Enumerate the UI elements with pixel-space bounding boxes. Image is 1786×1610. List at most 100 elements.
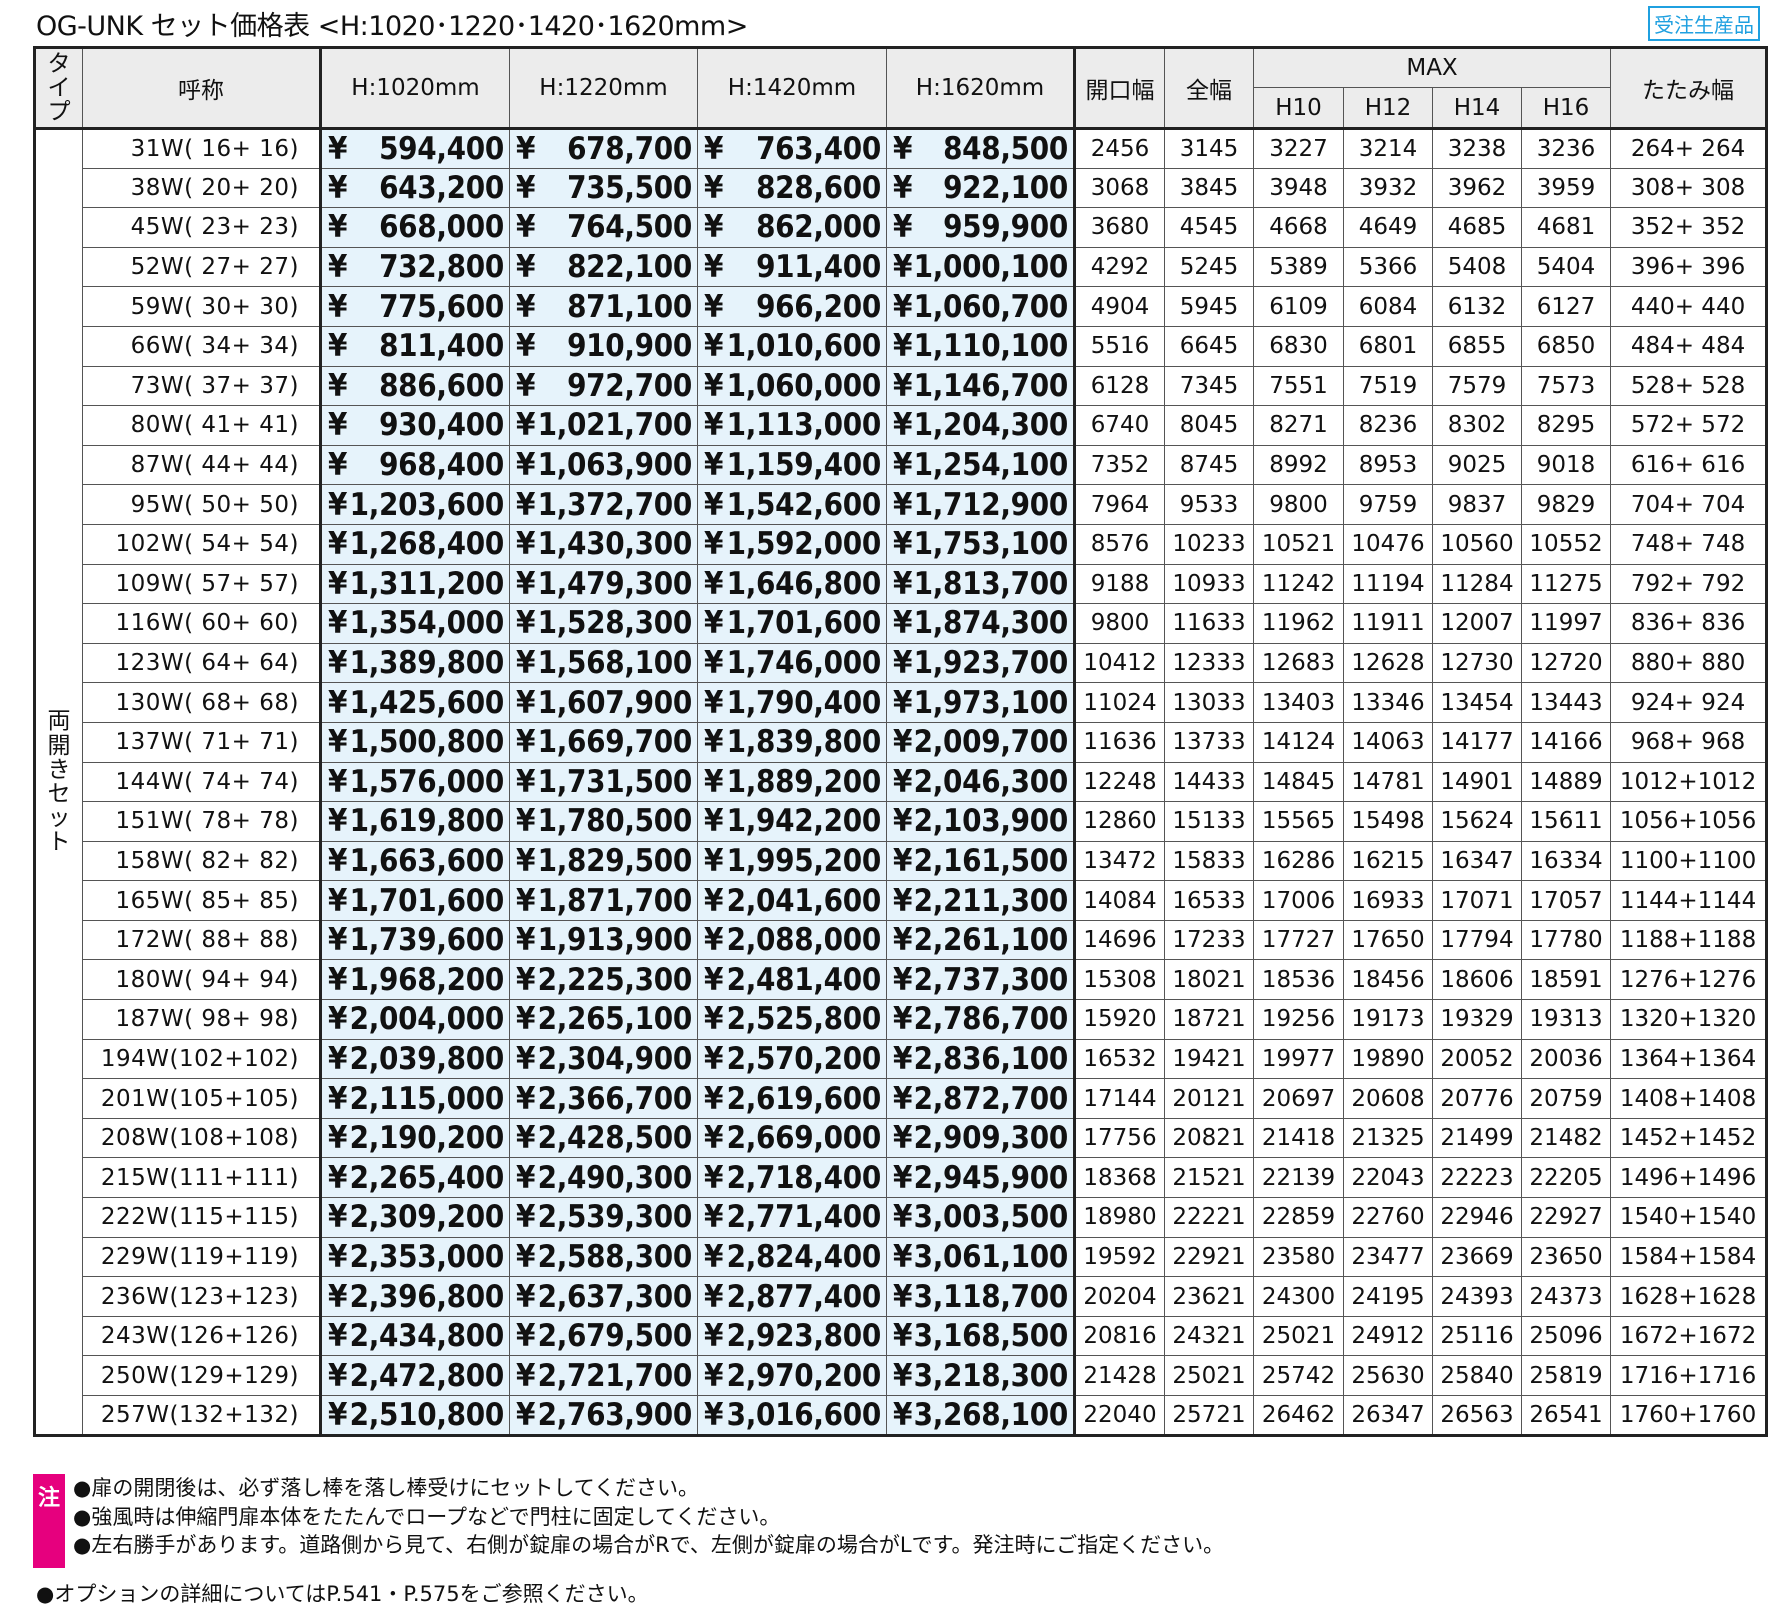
opening-width-cell: 3068 [1074, 167, 1165, 209]
opening-width-cell: 4904 [1074, 286, 1165, 327]
yen-sign: ¥ [516, 1040, 536, 1077]
price-cell: ¥2,588,300 [509, 1236, 698, 1278]
price-value: 1,146,700 [913, 367, 1069, 404]
price-value: 1,607,900 [537, 684, 693, 721]
opening-width-cell: 18368 [1074, 1157, 1165, 1199]
max-width-cell: 6801 [1343, 325, 1433, 367]
max-width-cell: 24195 [1343, 1276, 1433, 1317]
price-value: 668,000 [379, 209, 504, 246]
size-name-cell: 31W( 16+ 16) [82, 128, 321, 169]
yen-sign: ¥ [704, 724, 724, 761]
price-cell: ¥3,003,500 [886, 1197, 1076, 1238]
price-cell: ¥1,790,400 [697, 682, 887, 723]
table-row: 102W( 54+ 54) ¥1,268,400 ¥1,430,300 ¥1,592,… [35, 523, 1768, 565]
price-cell: ¥1,110,100 [886, 325, 1076, 367]
max-width-cell: 14781 [1343, 761, 1433, 803]
size-name-cell: 45W( 23+ 23) [82, 207, 321, 248]
total-width-cell: 11633 [1164, 603, 1254, 644]
yen-sign: ¥ [704, 249, 724, 286]
yen-sign: ¥ [328, 961, 348, 998]
yen-sign: ¥ [328, 367, 348, 404]
max-width-cell: 21499 [1432, 1117, 1522, 1159]
max-width-cell: 4649 [1343, 207, 1433, 248]
max-width-cell: 25840 [1432, 1355, 1522, 1396]
price-value: 2,737,300 [913, 961, 1069, 998]
size-name-cell: 201W(105+105) [82, 1078, 321, 1119]
max-width-cell: 24912 [1343, 1315, 1433, 1357]
yen-sign: ¥ [328, 249, 348, 286]
price-cell: ¥2,309,200 [319, 1197, 510, 1238]
max-width-cell: 11242 [1253, 563, 1344, 605]
price-cell: ¥1,731,500 [509, 761, 698, 803]
yen-sign: ¥ [328, 328, 348, 365]
price-value: 1,669,700 [537, 724, 693, 761]
price-value: 2,472,800 [349, 1357, 505, 1394]
price-value: 1,780,500 [537, 803, 693, 840]
folded-width-cell: 1276+1276 [1610, 959, 1768, 1001]
table-row: 52W( 27+ 27) ¥732,800 ¥822,100 ¥911,400 ¥1,0… [35, 246, 1768, 288]
yen-sign: ¥ [328, 447, 348, 484]
table-row: 257W(132+132) ¥2,510,800 ¥2,763,900 ¥3,016,… [35, 1395, 1768, 1436]
total-width-cell: 23621 [1164, 1276, 1254, 1317]
price-value: 2,225,300 [537, 961, 693, 998]
price-cell: ¥3,168,500 [886, 1315, 1076, 1357]
table-row: 109W( 57+ 57) ¥1,311,200 ¥1,479,300 ¥1,646,… [35, 563, 1768, 605]
price-cell: ¥871,100 [509, 286, 698, 327]
yen-sign: ¥ [704, 288, 724, 325]
price-cell: ¥594,400 [319, 128, 510, 169]
price-cell: ¥2,771,400 [697, 1197, 887, 1238]
price-value: 911,400 [756, 249, 881, 286]
yen-sign: ¥ [516, 1080, 536, 1117]
yen-sign: ¥ [893, 169, 913, 206]
max-width-cell: 21418 [1253, 1117, 1344, 1159]
price-value: 1,430,300 [537, 526, 693, 563]
max-width-cell: 3948 [1253, 167, 1344, 209]
max-width-cell: 21482 [1520, 1117, 1612, 1159]
price-value: 1,790,400 [726, 684, 882, 721]
yen-sign: ¥ [893, 684, 913, 721]
price-value: 1,746,000 [726, 645, 882, 682]
folded-width-cell: 704+ 704 [1610, 484, 1768, 525]
yen-sign: ¥ [328, 288, 348, 325]
yen-sign: ¥ [328, 922, 348, 959]
price-value: 972,700 [567, 367, 692, 404]
yen-sign: ¥ [516, 1396, 536, 1433]
yen-sign: ¥ [704, 1238, 724, 1275]
price-cell: ¥3,016,600 [697, 1395, 887, 1436]
price-value: 2,786,700 [913, 1001, 1069, 1038]
folded-width-cell: 616+ 616 [1610, 444, 1768, 486]
price-cell: ¥1,425,600 [319, 682, 510, 723]
opening-width-cell: 16532 [1074, 1038, 1165, 1080]
max-width-cell: 7579 [1432, 365, 1522, 407]
price-cell: ¥2,570,200 [697, 1038, 887, 1080]
yen-sign: ¥ [516, 328, 536, 365]
size-name-cell: 222W(115+115) [82, 1197, 321, 1238]
price-cell: ¥828,600 [697, 167, 887, 209]
price-value: 1,354,000 [349, 605, 505, 642]
yen-sign: ¥ [893, 1238, 913, 1275]
yen-sign: ¥ [328, 1159, 348, 1196]
price-cell: ¥1,576,000 [319, 761, 510, 803]
max-width-cell: 24300 [1253, 1276, 1344, 1317]
yen-sign: ¥ [516, 1238, 536, 1275]
price-value: 1,500,800 [349, 724, 505, 761]
price-cell: ¥1,619,800 [319, 801, 510, 842]
max-width-cell: 13403 [1253, 682, 1344, 723]
price-value: 2,115,000 [349, 1080, 505, 1117]
price-value: 2,004,000 [349, 1001, 505, 1038]
yen-sign: ¥ [516, 169, 536, 206]
price-value: 848,500 [943, 130, 1068, 167]
price-cell: ¥3,118,700 [886, 1276, 1076, 1317]
size-name-cell: 66W( 34+ 34) [82, 325, 321, 367]
yen-sign: ¥ [328, 684, 348, 721]
table-row: 172W( 88+ 88) ¥1,739,600 ¥1,913,900 ¥2,088,… [35, 919, 1768, 961]
price-cell: ¥2,039,800 [319, 1038, 510, 1080]
yen-sign: ¥ [893, 1199, 913, 1236]
price-cell: ¥1,646,800 [697, 563, 887, 605]
price-cell: ¥1,311,200 [319, 563, 510, 605]
max-width-cell: 7519 [1343, 365, 1433, 407]
folded-width-cell: 924+ 924 [1610, 682, 1768, 723]
price-value: 2,588,300 [537, 1238, 693, 1275]
price-value: 2,945,900 [913, 1159, 1069, 1196]
total-width-cell: 17233 [1164, 919, 1254, 961]
